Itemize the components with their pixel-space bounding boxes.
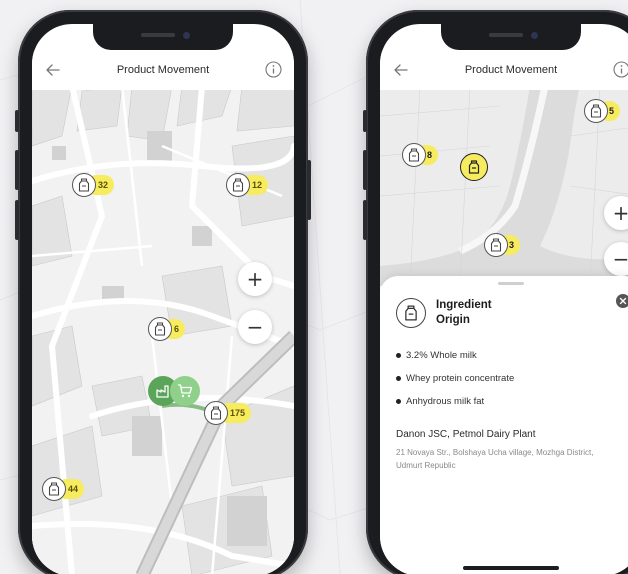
shopping-cart-icon[interactable] xyxy=(170,376,200,406)
milk-bottle-icon xyxy=(402,143,426,167)
sheet-header: Ingredient Origin xyxy=(396,298,626,328)
notch xyxy=(93,24,233,50)
notch xyxy=(441,24,581,50)
map-marker[interactable]: 12 xyxy=(226,172,269,198)
volume-up-button xyxy=(15,150,19,190)
list-item: 3.2% Whole milk xyxy=(396,344,626,367)
list-item: Anhydrous milk fat xyxy=(396,390,626,413)
phone-right: Product Movement 5 8 3 + − Ingredient Or… xyxy=(363,10,628,574)
milk-bottle-icon xyxy=(484,233,508,257)
zoom-in-button[interactable]: + xyxy=(238,262,272,296)
volume-up-button xyxy=(363,150,367,190)
milk-bottle-icon xyxy=(42,477,66,501)
map-marker[interactable]: 5 xyxy=(584,98,621,124)
milk-bottle-icon xyxy=(204,401,228,425)
side-button xyxy=(15,110,19,132)
milk-bottle-icon xyxy=(460,153,488,181)
arrow-left-icon[interactable] xyxy=(392,61,410,79)
milk-bottle-icon xyxy=(148,317,172,341)
ingredient-label: 3.2% Whole milk xyxy=(406,350,477,361)
info-icon[interactable] xyxy=(613,61,628,78)
volume-down-button xyxy=(363,200,367,240)
milk-bottle-icon xyxy=(72,173,96,197)
map-marker[interactable]: 175 xyxy=(204,400,252,426)
map-marker[interactable]: 44 xyxy=(42,476,85,502)
bullet-icon xyxy=(396,353,401,358)
sheet-title: Ingredient Origin xyxy=(436,299,492,326)
minus-icon: − xyxy=(612,247,628,271)
page-title: Product Movement xyxy=(464,64,558,76)
power-button xyxy=(307,160,311,220)
map-marker[interactable]: 32 xyxy=(72,172,115,198)
map-marker[interactable]: 3 xyxy=(484,232,521,258)
minus-icon: − xyxy=(246,315,264,339)
plus-icon: + xyxy=(612,201,628,225)
home-indicator xyxy=(463,566,559,570)
page-title: Product Movement xyxy=(116,64,210,76)
phone-left: Product Movement 32 12 6 175 44 + − xyxy=(15,10,311,574)
screen: Product Movement 32 12 6 175 44 + − xyxy=(32,24,294,574)
map-marker[interactable]: 8 xyxy=(402,142,439,168)
volume-down-button xyxy=(15,200,19,240)
bullet-icon xyxy=(396,376,401,381)
plus-icon: + xyxy=(246,267,264,291)
milk-bottle-icon xyxy=(396,298,426,328)
close-icon[interactable] xyxy=(616,294,628,308)
company-name: Danon JSC, Petmol Dairy Plant xyxy=(396,429,536,440)
screen: Product Movement 5 8 3 + − Ingredient Or… xyxy=(380,24,628,574)
map-marker-selected[interactable] xyxy=(460,153,488,181)
zoom-out-button[interactable]: − xyxy=(238,310,272,344)
arrow-left-icon[interactable] xyxy=(44,61,62,79)
list-item: Whey protein concentrate xyxy=(396,367,626,390)
ingredient-list: 3.2% Whole milk Whey protein concentrate… xyxy=(396,344,626,413)
milk-bottle-icon xyxy=(226,173,250,197)
company-address: 21 Novaya Str., Bolshaya Ucha village, M… xyxy=(396,448,594,470)
nav-bar: Product Movement xyxy=(32,50,294,90)
bullet-icon xyxy=(396,399,401,404)
ingredient-label: Whey protein concentrate xyxy=(406,373,515,384)
info-icon[interactable] xyxy=(265,61,282,78)
nav-bar: Product Movement xyxy=(380,50,628,90)
map-marker[interactable]: 6 xyxy=(148,316,186,342)
side-button xyxy=(363,110,367,132)
sheet-handle[interactable] xyxy=(498,282,524,285)
ingredient-sheet: Ingredient Origin 3.2% Whole milk Whey p… xyxy=(380,276,628,574)
milk-bottle-icon xyxy=(584,99,608,123)
ingredient-label: Anhydrous milk fat xyxy=(406,396,485,407)
